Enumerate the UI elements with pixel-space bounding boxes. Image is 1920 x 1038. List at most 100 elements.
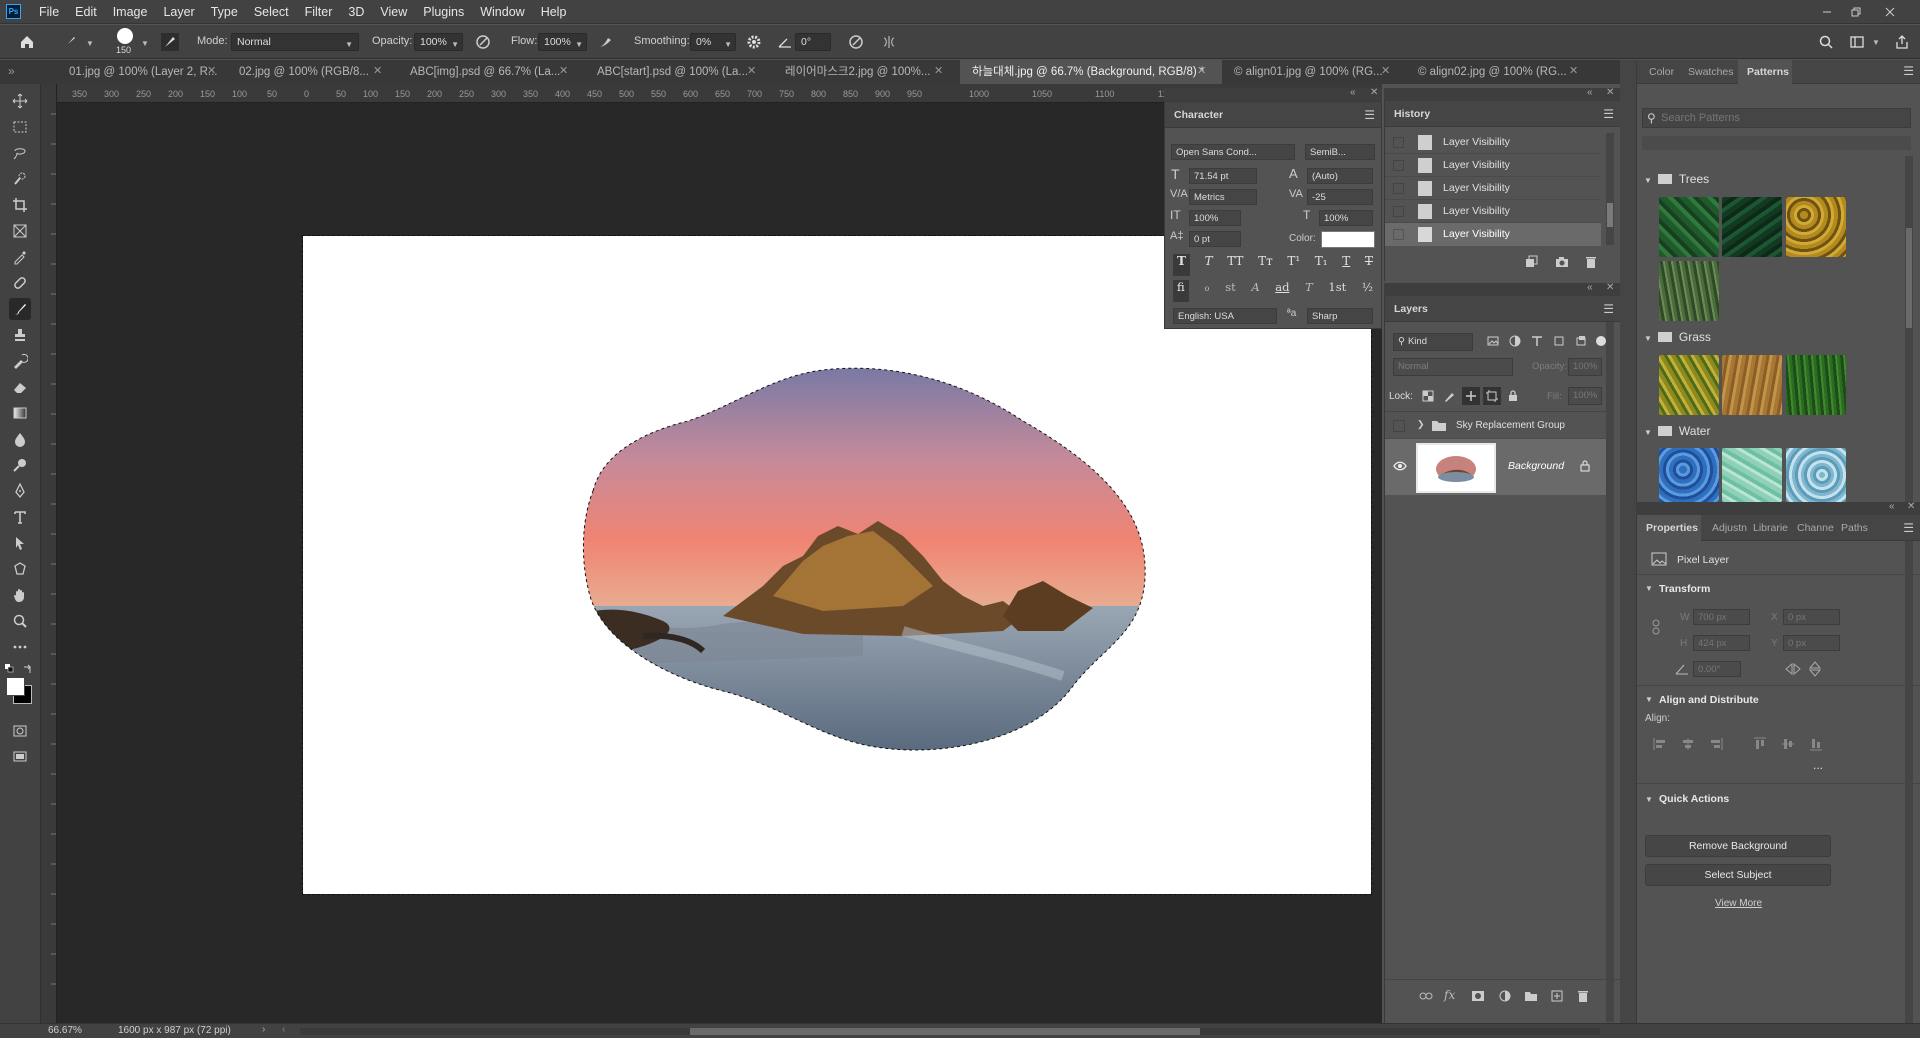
align-top-icon[interactable] xyxy=(1753,737,1767,751)
faux-italic-button[interactable]: T xyxy=(1205,254,1213,276)
tab-color[interactable]: Color xyxy=(1649,66,1674,78)
fractions-button[interactable]: ½ xyxy=(1362,280,1373,302)
align-right-icon[interactable] xyxy=(1709,737,1723,751)
pattern-swatch-grass-2[interactable] xyxy=(1722,355,1782,415)
pattern-swatch-tree-3[interactable] xyxy=(1786,197,1846,257)
close-panel-icon[interactable]: ✕ xyxy=(1907,501,1915,512)
menu-layer[interactable]: Layer xyxy=(155,0,202,24)
pattern-swatch-water-1[interactable] xyxy=(1659,448,1719,502)
horizontal-scale-input[interactable]: 100% xyxy=(1319,210,1373,226)
flip-vertical-icon[interactable] xyxy=(1809,661,1821,677)
eyedropper-tool-icon[interactable] xyxy=(9,246,31,268)
remove-background-button[interactable]: Remove Background xyxy=(1645,835,1831,857)
brush-preset-icon[interactable] xyxy=(60,33,80,51)
filter-pixel-icon[interactable] xyxy=(1485,333,1501,349)
close-panel-icon[interactable]: ✕ xyxy=(1606,87,1614,98)
x-input[interactable]: 0 px xyxy=(1783,609,1840,625)
superscript-button[interactable]: T¹ xyxy=(1287,254,1300,276)
brush-size-preview[interactable] xyxy=(117,28,133,44)
view-more-link[interactable]: View More xyxy=(1715,898,1762,909)
screen-mode-icon[interactable] xyxy=(9,746,31,768)
crop-tool-icon[interactable] xyxy=(9,194,31,216)
quick-select-tool-icon[interactable] xyxy=(9,168,31,190)
lock-icon[interactable] xyxy=(1579,459,1591,473)
chevron-down-icon[interactable]: ▼ xyxy=(1645,584,1653,593)
pattern-size-slider[interactable] xyxy=(1642,136,1911,150)
close-tab-icon[interactable]: ✕ xyxy=(747,64,756,77)
collapse-panel-icon[interactable]: « xyxy=(1350,87,1356,98)
menu-select[interactable]: Select xyxy=(246,0,297,24)
pattern-group-grass[interactable]: ▼ Grass xyxy=(1642,326,1910,348)
history-snapshot-checkbox[interactable] xyxy=(1393,160,1404,171)
pattern-group-water[interactable]: ▼ Water xyxy=(1642,420,1910,442)
contextual-alternates-button[interactable]: ℴ xyxy=(1204,280,1209,302)
airbrush-icon[interactable] xyxy=(597,33,615,51)
filter-type-icon[interactable] xyxy=(1529,333,1545,349)
tab-adjustments[interactable]: Adjustn xyxy=(1712,522,1747,534)
type-tool-icon[interactable] xyxy=(9,506,31,528)
filter-shape-icon[interactable] xyxy=(1551,333,1567,349)
close-tab-icon[interactable]: ✕ xyxy=(1197,64,1206,77)
panel-menu-icon[interactable]: ☰ xyxy=(1603,302,1614,316)
scrollbar-thumb[interactable] xyxy=(1607,203,1613,227)
blend-mode-select[interactable]: Normal xyxy=(1393,358,1513,376)
eye-icon[interactable] xyxy=(1393,460,1407,472)
history-scrollbar[interactable] xyxy=(1606,133,1614,245)
flow-input[interactable]: 100% ▼ xyxy=(538,33,587,51)
ordinals-button[interactable]: 1st xyxy=(1328,280,1346,302)
history-snapshot-checkbox[interactable] xyxy=(1393,137,1404,148)
pattern-swatch-grass-1[interactable] xyxy=(1659,355,1719,415)
panel-menu-icon[interactable]: ☰ xyxy=(1364,108,1375,122)
align-left-icon[interactable] xyxy=(1653,737,1667,751)
menu-image[interactable]: Image xyxy=(105,0,156,24)
tab-abc-start[interactable]: ABC[start].psd @ 100% (La... xyxy=(585,60,773,84)
chevron-down-icon[interactable]: ▼ xyxy=(86,39,94,48)
tab-layer-mask[interactable]: 레이어마스크2.jpg @ 100%... xyxy=(773,60,960,84)
history-item[interactable]: Layer Visibility xyxy=(1385,154,1601,177)
trash-icon[interactable] xyxy=(1581,253,1601,271)
font-size-input[interactable]: 71.54 pt xyxy=(1189,168,1257,184)
baseline-shift-input[interactable]: 0 pt xyxy=(1189,231,1241,247)
tab-channels[interactable]: Channe xyxy=(1797,522,1834,534)
tab-paths[interactable]: Paths xyxy=(1841,522,1868,534)
marquee-tool-icon[interactable] xyxy=(9,116,31,138)
align-horizontal-center-icon[interactable] xyxy=(1681,737,1695,751)
collapse-panel-icon[interactable]: « xyxy=(1587,282,1593,293)
rotation-input[interactable]: 0.00° xyxy=(1693,661,1741,677)
font-style-select[interactable]: SemiB... xyxy=(1305,144,1375,160)
chevron-right-icon[interactable]: › xyxy=(262,1024,265,1035)
angle-input[interactable]: 0° xyxy=(795,33,831,51)
panel-menu-icon[interactable]: ☰ xyxy=(1603,107,1614,121)
new-document-from-state-icon[interactable] xyxy=(1521,253,1541,271)
faux-bold-button[interactable]: T xyxy=(1173,254,1190,276)
opacity-input[interactable]: 100% ▼ xyxy=(414,33,463,51)
workspace-icon[interactable] xyxy=(1848,33,1866,51)
default-colors-icon[interactable] xyxy=(5,664,14,673)
height-input[interactable]: 424 px xyxy=(1693,635,1750,651)
fx-icon[interactable]: fx xyxy=(1444,988,1455,1002)
search-icon[interactable] xyxy=(1817,33,1835,51)
history-item[interactable]: Layer Visibility xyxy=(1385,131,1601,154)
menu-edit[interactable]: Edit xyxy=(67,0,105,24)
adjustment-layer-icon[interactable] xyxy=(1496,987,1514,1005)
gear-icon[interactable] xyxy=(745,33,763,51)
leading-input[interactable]: (Auto) xyxy=(1307,168,1373,184)
stylistic-alternates-button[interactable]: ad xyxy=(1275,280,1289,302)
history-snapshot-checkbox[interactable] xyxy=(1393,183,1404,194)
titling-alternates-button[interactable]: T xyxy=(1305,280,1313,302)
pen-tool-icon[interactable] xyxy=(9,480,31,502)
lock-all-icon[interactable] xyxy=(1504,387,1522,405)
chevron-right-icon[interactable]: ❯ xyxy=(1417,419,1425,430)
minimize-icon[interactable] xyxy=(1813,0,1841,24)
subscript-button[interactable]: T₁ xyxy=(1315,254,1328,276)
layer-filter-select[interactable]: ⚲ Kind xyxy=(1393,333,1473,351)
small-caps-button[interactable]: Tт xyxy=(1258,254,1273,276)
foreground-color-swatch[interactable] xyxy=(6,677,25,696)
visibility-toggle[interactable] xyxy=(1393,420,1405,432)
symmetry-icon[interactable] xyxy=(880,33,898,51)
menu-filter[interactable]: Filter xyxy=(297,0,341,24)
history-snapshot-checkbox[interactable] xyxy=(1393,206,1404,217)
document-info[interactable]: 1600 px x 987 px (72 ppi) xyxy=(118,1025,231,1036)
properties-scrollbar[interactable] xyxy=(1905,541,1913,1023)
tab-properties[interactable]: Properties xyxy=(1646,522,1698,534)
